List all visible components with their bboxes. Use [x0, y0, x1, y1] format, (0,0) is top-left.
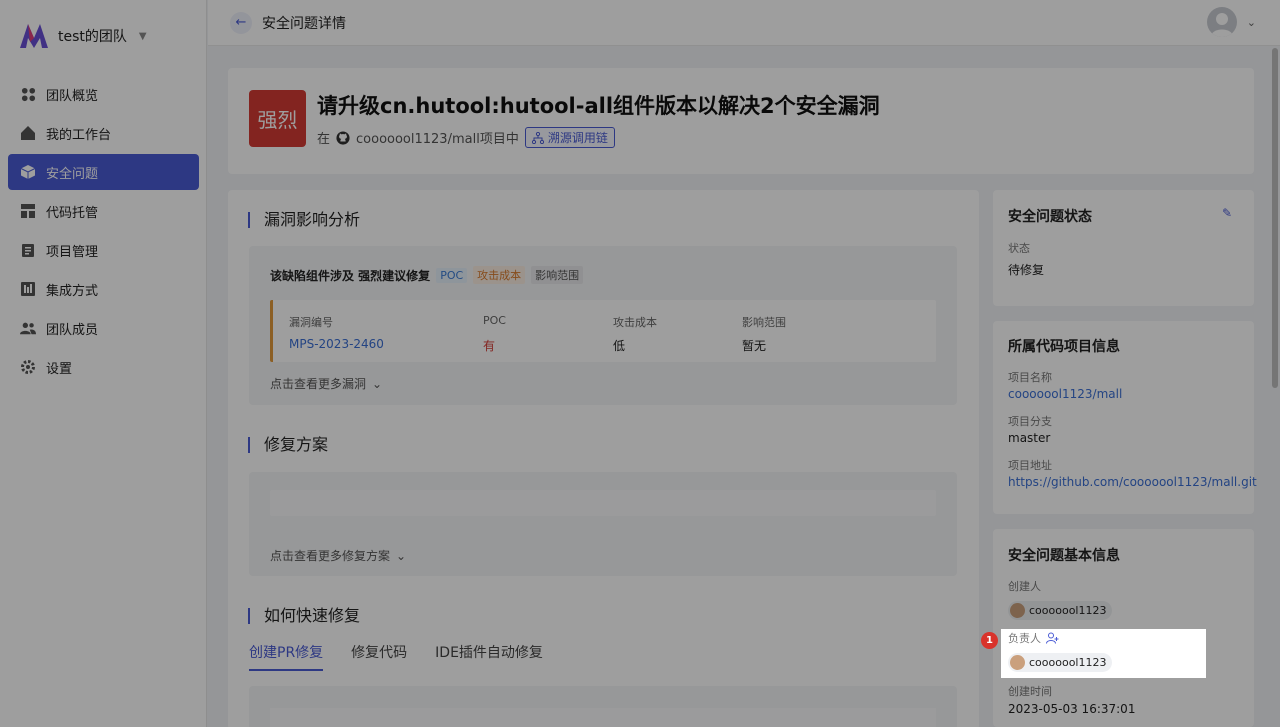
dim-overlay — [0, 0, 1280, 727]
owner-label: 负责人 — [1008, 632, 1041, 645]
owner-chip[interactable]: cooooool1123 — [1008, 653, 1113, 672]
avatar — [1010, 655, 1025, 670]
step-marker: 1 — [981, 632, 998, 649]
owner-label-row: 负责人 — [1008, 630, 1059, 646]
add-user-icon[interactable] — [1046, 632, 1059, 644]
owner-highlight: 负责人 cooooool1123 — [1001, 629, 1206, 678]
owner-name: cooooool1123 — [1029, 656, 1107, 669]
